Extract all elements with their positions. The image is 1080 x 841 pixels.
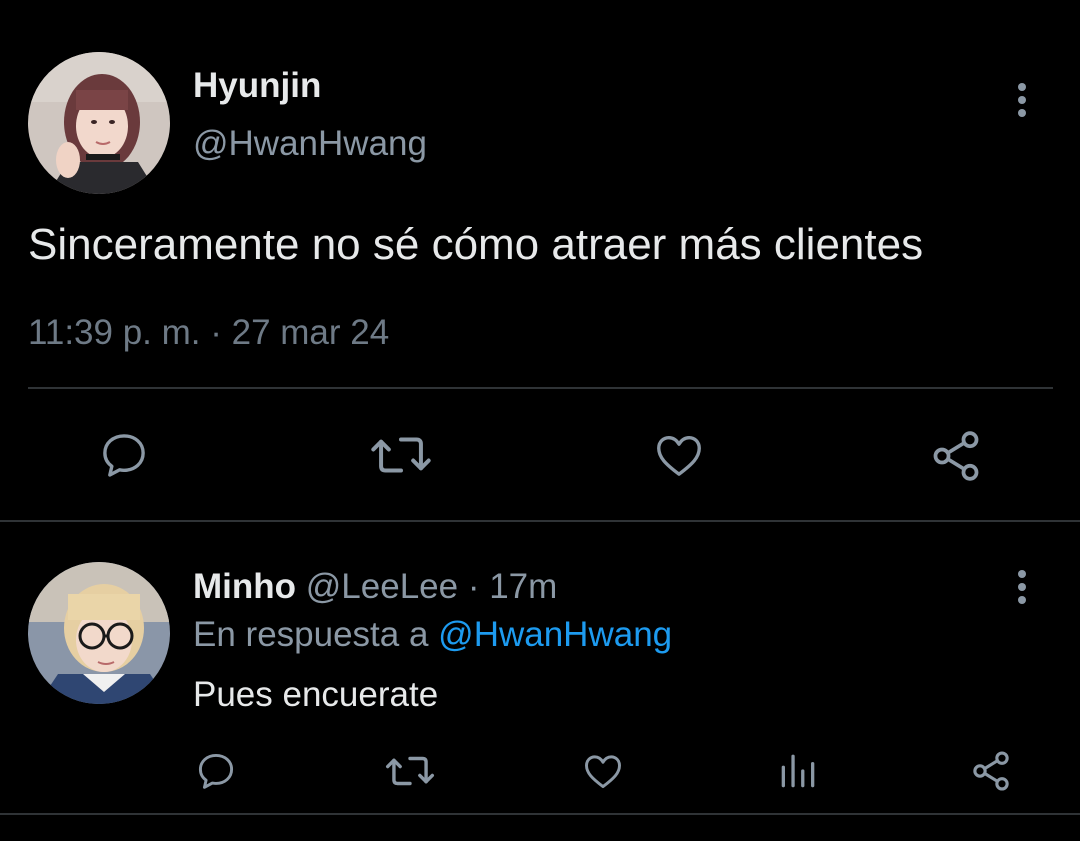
tweet-text: Sinceramente no sé cómo atraer más clien…: [28, 220, 924, 269]
tweet-text: Pues encuerate: [193, 675, 439, 714]
divider: [28, 387, 1053, 389]
retweet-icon[interactable]: [385, 749, 435, 793]
user-handle[interactable]: @HwanHwang: [193, 124, 427, 164]
share-icon[interactable]: [928, 428, 984, 484]
display-name[interactable]: Hyunjin: [193, 66, 321, 106]
avatar[interactable]: [28, 562, 170, 704]
reply-header: Minho @LeeLee · 17m: [193, 567, 557, 607]
more-options-icon[interactable]: [1016, 82, 1028, 118]
user-handle[interactable]: @LeeLee: [306, 567, 458, 606]
replying-to-link[interactable]: @HwanHwang: [438, 615, 672, 654]
reply-icon[interactable]: [194, 749, 238, 793]
more-options-icon[interactable]: [1016, 569, 1028, 605]
display-name[interactable]: Minho: [193, 567, 296, 606]
like-icon[interactable]: [581, 749, 625, 793]
main-tweet: Hyunjin @HwanHwang Sinceramente no sé có…: [0, 0, 1080, 520]
separator: ·: [467, 567, 480, 606]
like-icon[interactable]: [652, 428, 706, 482]
avatar[interactable]: [28, 52, 170, 194]
tweet-time[interactable]: 17m: [489, 567, 557, 606]
tweet-timestamp[interactable]: 11:39 p. m. · 27 mar 24: [28, 313, 389, 353]
share-icon[interactable]: [969, 749, 1013, 793]
replying-to-label: En respuesta a: [193, 615, 429, 654]
retweet-icon[interactable]: [370, 428, 432, 482]
divider: [0, 520, 1080, 522]
reply-icon[interactable]: [97, 428, 151, 482]
replying-to: En respuesta a @HwanHwang: [193, 615, 672, 655]
divider: [0, 813, 1080, 815]
views-icon[interactable]: [776, 749, 820, 793]
